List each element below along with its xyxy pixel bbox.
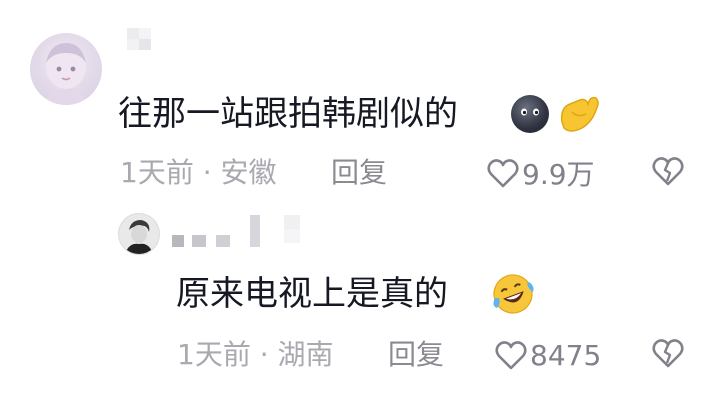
heart-outline-icon xyxy=(486,157,520,189)
avatar-illustration xyxy=(125,220,153,254)
like-count: 9.9万 xyxy=(522,158,595,191)
reply-dislike-button[interactable] xyxy=(651,337,685,369)
dislike-button[interactable] xyxy=(651,155,685,187)
commenter-username-obscured xyxy=(127,28,151,50)
replier-avatar[interactable] xyxy=(118,213,160,255)
flexed-biceps-icon xyxy=(556,92,602,136)
reply-like-count: 8475 xyxy=(530,338,602,372)
reply-like-button[interactable]: 8475 xyxy=(494,337,601,373)
comment-time: 1天前 xyxy=(120,156,194,189)
rolling-on-floor-laughing-icon xyxy=(491,272,535,316)
reply-time: 1天前 xyxy=(177,338,251,371)
reply-reply-button[interactable]: 回复 xyxy=(388,337,444,373)
avatar-illustration xyxy=(44,43,88,105)
reply-location: 湖南 xyxy=(277,338,334,371)
heart-outline-icon xyxy=(494,339,528,371)
comment-location: 安徽 xyxy=(220,156,277,189)
commenter-avatar[interactable] xyxy=(30,33,102,105)
comment-meta: 1天前 · 安徽 xyxy=(120,155,277,191)
meta-separator: · xyxy=(202,156,212,189)
comment-text: 往那一站跟拍韩剧似的 xyxy=(118,94,458,134)
broken-heart-icon xyxy=(652,339,684,368)
broken-heart-icon xyxy=(652,157,684,186)
replier-username-obscured xyxy=(172,213,302,253)
reply-button[interactable]: 回复 xyxy=(331,155,387,191)
like-button[interactable]: 9.9万 xyxy=(486,155,595,191)
black-moon-face-icon xyxy=(511,95,549,133)
reply-text: 原来电视上是真的 xyxy=(176,274,448,314)
meta-separator: · xyxy=(259,338,269,371)
reply-meta: 1天前 · 湖南 xyxy=(177,337,334,373)
